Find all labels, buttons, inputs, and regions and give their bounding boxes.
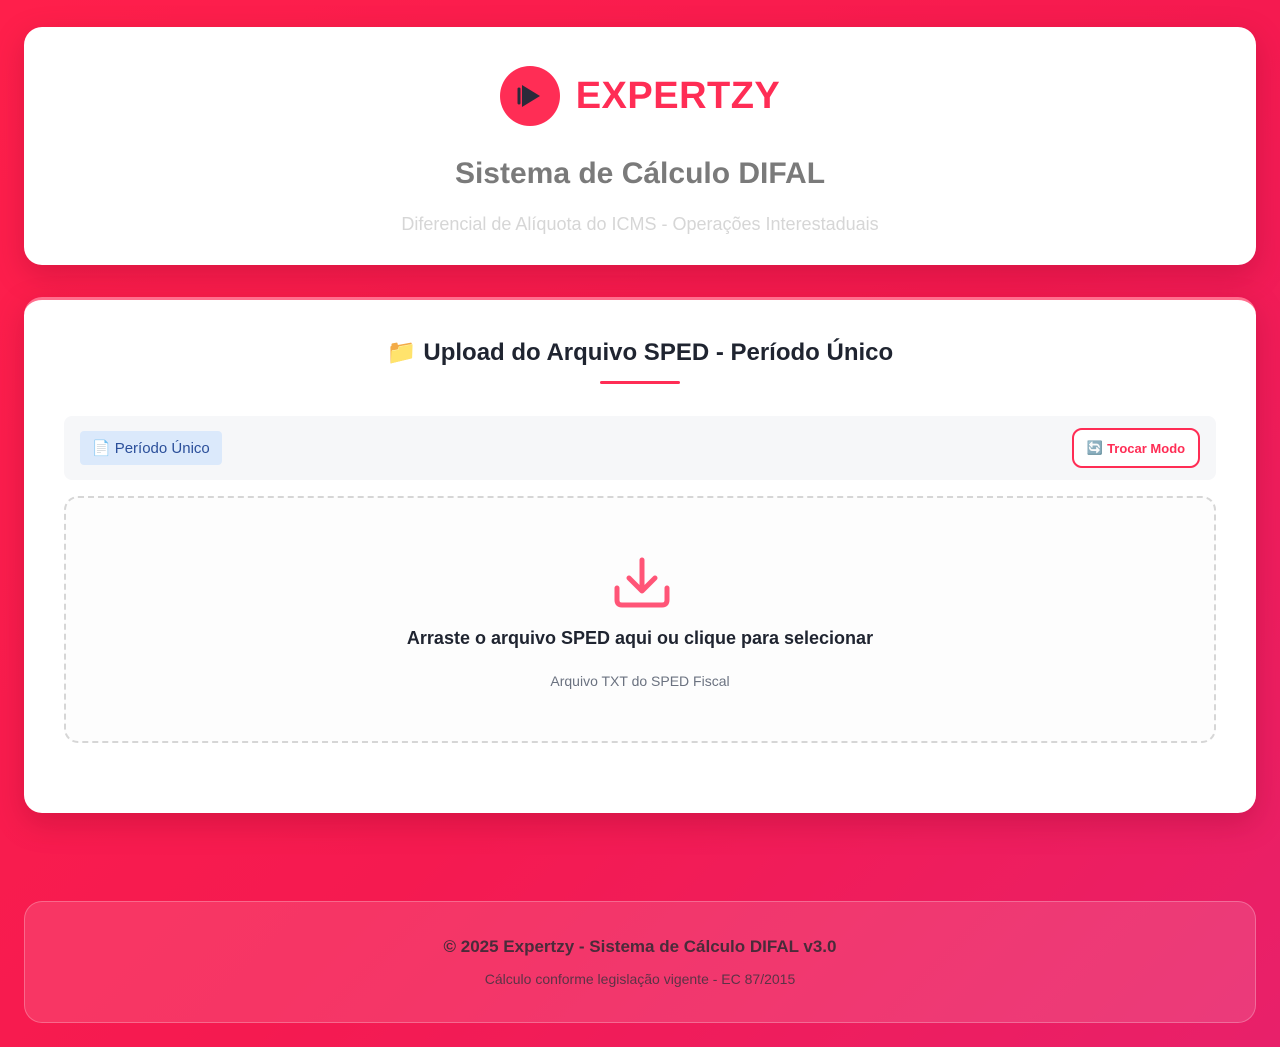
upload-card: 📁 Upload do Arquivo SPED - Período Único… [24, 297, 1256, 813]
dropzone-text: Arraste o arquivo SPED aqui ou clique pa… [406, 628, 874, 648]
brand-name: EXPERTZY [575, 74, 781, 117]
header-card: EXPERTZY Sistema de Cálculo DIFAL Difere… [24, 27, 1256, 265]
refresh-icon: 🔄 [1086, 440, 1104, 455]
file-dropzone[interactable]: Arraste o arquivo SPED aqui ou clique pa… [64, 496, 1216, 743]
app-title: Sistema de Cálculo DIFAL [454, 157, 826, 190]
switch-mode-button[interactable]: 🔄 Trocar Modo [1072, 428, 1200, 468]
dropzone-hint: Arquivo TXT do SPED Fiscal [550, 673, 730, 689]
mode-bar: 📄 Período Único 🔄 Trocar Modo [64, 416, 1216, 480]
download-icon [612, 552, 672, 617]
footer: © 2025 Expertzy - Sistema de Cálculo DIF… [24, 901, 1256, 1023]
brand-logo-icon [499, 66, 560, 126]
footer-legal-note: Cálculo conforme legislação vigente - EC… [484, 971, 796, 987]
brand: EXPERTZY [24, 66, 1256, 126]
app-subtitle: Diferencial de Alíquota do ICMS - Operaç… [401, 214, 879, 234]
document-icon: 📄 [92, 440, 111, 457]
folder-icon: 📁 [386, 339, 417, 366]
mode-badge: 📄 Período Único [80, 431, 222, 465]
mode-badge-label: Período Único [114, 439, 210, 457]
footer-copyright: © 2025 Expertzy - Sistema de Cálculo DIF… [443, 937, 837, 956]
upload-title-text: Upload do Arquivo SPED - Período Único [423, 339, 894, 366]
switch-mode-label: Trocar Modo [1107, 440, 1186, 456]
title-underline [600, 381, 680, 384]
upload-section-title: 📁 Upload do Arquivo SPED - Período Único [24, 338, 1256, 367]
